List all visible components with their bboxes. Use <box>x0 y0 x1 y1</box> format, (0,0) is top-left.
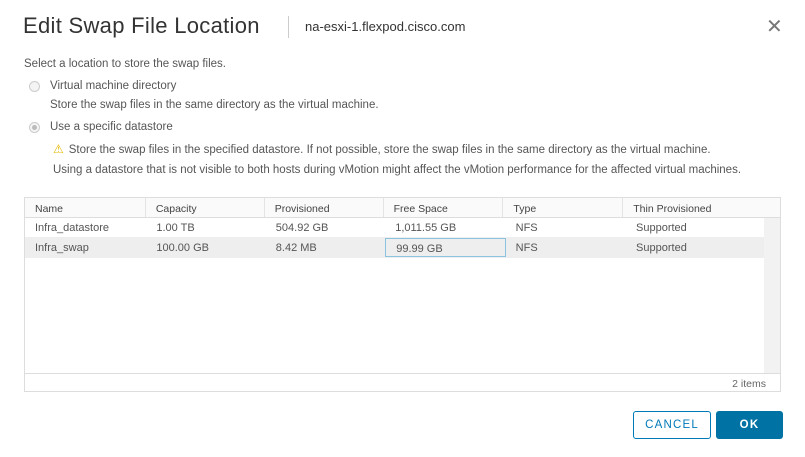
cell-free-space: 99.99 GB <box>385 238 506 257</box>
option-vm-directory-description: Store the swap files in the same directo… <box>50 99 379 111</box>
radio-vm-directory[interactable] <box>29 81 40 92</box>
option-specific-datastore-label[interactable]: Use a specific datastore <box>50 121 173 133</box>
ok-button[interactable]: OK <box>716 411 783 439</box>
warning-text: Store the swap files in the specified da… <box>53 144 742 176</box>
cell-free-space: 1,011.55 GB <box>395 222 457 234</box>
cell-thin-provisioned: Supported <box>636 222 687 234</box>
datastore-table: Name Capacity Provisioned Free Space Typ… <box>24 197 781 392</box>
table-footer-count: 2 items <box>25 373 780 391</box>
title-divider <box>288 16 289 38</box>
cell-provisioned: 8.42 MB <box>275 242 317 254</box>
column-header-provisioned[interactable]: Provisioned <box>265 198 384 217</box>
column-header-free-space[interactable]: Free Space <box>384 198 504 217</box>
cell-capacity: 1.00 TB <box>156 222 195 234</box>
warning-icon: ⚠ <box>53 142 64 156</box>
cell-type: NFS <box>515 222 538 234</box>
close-icon[interactable]: ✕ <box>766 14 783 39</box>
column-header-thin-provisioned[interactable]: Thin Provisioned <box>623 198 780 217</box>
cell-thin-provisioned: Supported <box>636 242 687 254</box>
radio-specific-datastore[interactable] <box>29 122 40 133</box>
table-row[interactable]: Infra_datastore 1.00 TB 504.92 GB 1,011.… <box>25 218 764 238</box>
warning-message: ⚠ Store the swap files in the specified d… <box>53 139 743 180</box>
option-vm-directory-label[interactable]: Virtual machine directory <box>50 80 176 92</box>
table-header: Name Capacity Provisioned Free Space Typ… <box>25 198 780 218</box>
cell-capacity: 100.00 GB <box>156 242 209 254</box>
table-scrollbar[interactable] <box>764 218 780 373</box>
column-header-name[interactable]: Name <box>25 198 146 217</box>
cell-name: Infra_swap <box>35 242 89 254</box>
column-header-type[interactable]: Type <box>503 198 624 217</box>
cell-name: Infra_datastore <box>35 222 109 234</box>
prompt-text: Select a location to store the swap file… <box>24 58 226 70</box>
cell-provisioned: 504.92 GB <box>275 222 329 234</box>
table-row-selected[interactable]: Infra_swap 100.00 GB 8.42 MB 99.99 GB NF… <box>25 238 764 258</box>
column-header-capacity[interactable]: Capacity <box>146 198 265 217</box>
dialog-title: Edit Swap File Location <box>23 13 260 38</box>
cancel-button[interactable]: CANCEL <box>633 411 711 439</box>
host-name: na-esxi-1.flexpod.cisco.com <box>305 19 466 34</box>
cell-type: NFS <box>515 242 538 254</box>
